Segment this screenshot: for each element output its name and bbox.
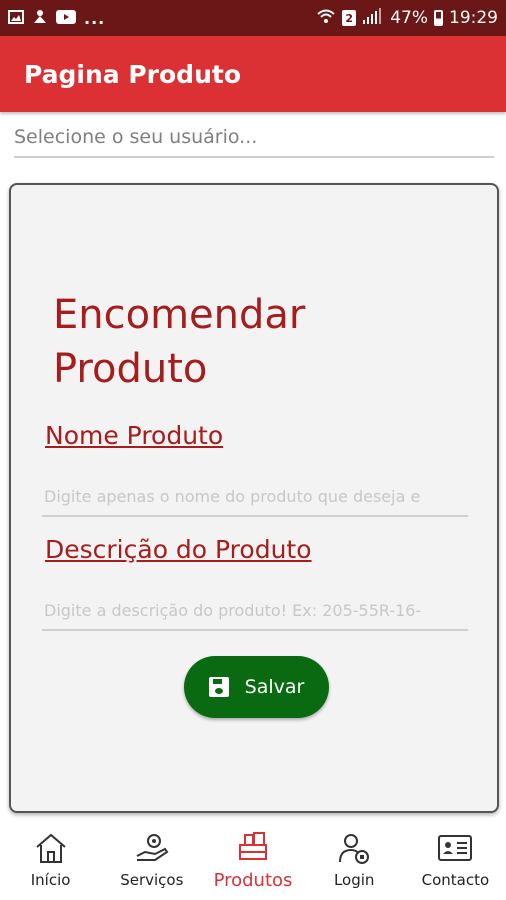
services-icon	[134, 831, 170, 865]
user-select-placeholder: Selecione o seu usuário...	[14, 126, 258, 148]
youtube-icon	[56, 9, 76, 28]
product-description-input[interactable]	[42, 591, 468, 631]
nav-label: Serviços	[120, 871, 184, 889]
floppy-disk-icon	[208, 677, 229, 697]
nav-label: Início	[30, 871, 71, 889]
clock: 19:29	[449, 8, 498, 28]
battery-icon	[434, 10, 443, 26]
nav-label: Contacto	[421, 871, 490, 889]
battery-percent: 47%	[390, 8, 428, 28]
bottom-nav: Início Serviços Produtos Login Contacto	[0, 820, 506, 900]
nav-label: Produtos	[213, 869, 293, 891]
nav-item-servicos[interactable]: Serviços	[101, 820, 202, 900]
status-bar: ... 2 47% 19:29	[0, 0, 506, 36]
nav-item-produtos[interactable]: Produtos	[202, 820, 303, 900]
save-button-label: Salvar	[244, 676, 305, 698]
sim-slot-badge: 2	[342, 10, 357, 26]
product-name-input[interactable]	[42, 477, 468, 517]
notification-icons: ...	[8, 8, 316, 28]
home-icon	[33, 831, 69, 865]
form-title: Encomendar Produto	[53, 292, 306, 392]
nav-label: Login	[333, 871, 375, 889]
user-select[interactable]: Selecione o seu usuário...	[14, 118, 494, 158]
wifi-icon	[316, 8, 336, 29]
products-icon	[235, 830, 271, 864]
app-notification-icon	[32, 8, 48, 28]
nav-item-login[interactable]: Login	[304, 820, 405, 900]
app-bar: Pagina Produto	[0, 36, 506, 112]
contact-card-icon	[437, 831, 473, 865]
product-description-label: Descrição do Produto	[45, 535, 312, 564]
nav-item-contacto[interactable]: Contacto	[405, 820, 506, 900]
more-notifications: ...	[84, 8, 106, 28]
product-name-label: Nome Produto	[45, 421, 224, 450]
nav-item-inicio[interactable]: Início	[0, 820, 101, 900]
order-card: Encomendar Produto Nome Produto Descriçã…	[9, 183, 499, 813]
page-title: Pagina Produto	[24, 59, 242, 89]
signal-icon	[362, 7, 384, 29]
image-icon	[8, 9, 24, 28]
login-icon	[336, 831, 372, 865]
save-button[interactable]: Salvar	[184, 656, 329, 718]
